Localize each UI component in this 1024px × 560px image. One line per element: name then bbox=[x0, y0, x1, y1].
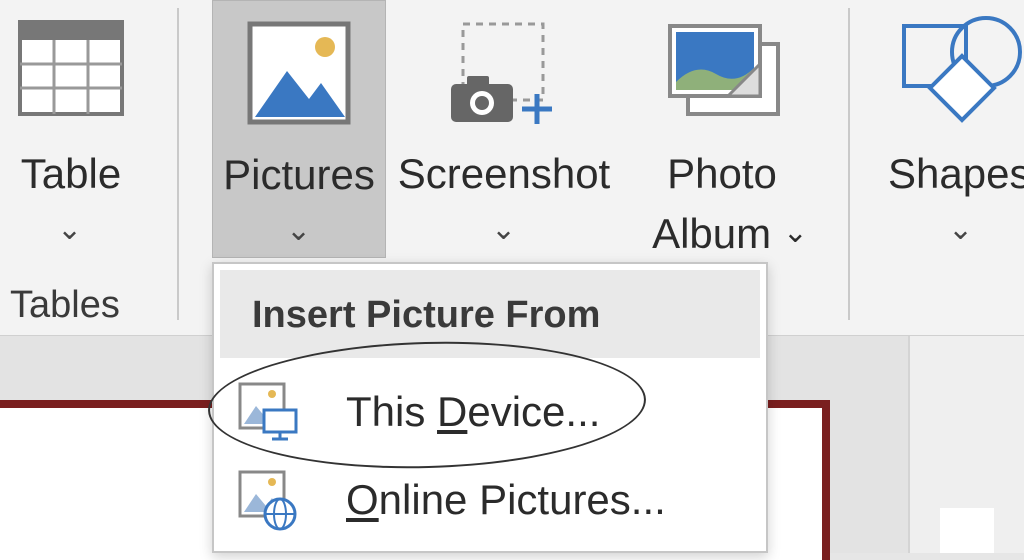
chevron-down-icon: ⌄ bbox=[948, 213, 974, 246]
dropdown-header-text: Insert Picture From bbox=[252, 294, 601, 336]
screenshot-button[interactable]: Screenshot ⌄ bbox=[393, 0, 615, 260]
group-separator bbox=[848, 8, 850, 320]
chevron-down-icon: ⌄ bbox=[491, 213, 517, 246]
screenshot-label: Screenshot bbox=[397, 150, 611, 197]
photo-album-icon bbox=[668, 24, 780, 116]
side-panel bbox=[908, 336, 1024, 553]
table-button[interactable]: Table ⌄ bbox=[0, 0, 142, 260]
photo-album-label-line1: Photo bbox=[667, 150, 777, 197]
pictures-button[interactable]: Pictures ⌄ bbox=[212, 0, 386, 258]
scrollbar-thumb[interactable] bbox=[940, 508, 994, 553]
online-pictures-label: Online Pictures... bbox=[346, 476, 666, 523]
pictures-icon bbox=[247, 21, 351, 125]
menu-item-online-pictures[interactable]: Online Pictures... bbox=[220, 456, 760, 544]
group-separator bbox=[177, 8, 179, 320]
table-icon bbox=[18, 20, 124, 116]
chevron-down-icon: ⌄ bbox=[782, 216, 808, 249]
chevron-down-icon: ⌄ bbox=[57, 213, 83, 246]
tables-group-label: Tables bbox=[10, 284, 120, 326]
pictures-label: Pictures bbox=[223, 151, 375, 198]
shapes-button[interactable]: Shapes ⌄ bbox=[870, 0, 1024, 262]
online-pictures-icon bbox=[238, 470, 297, 531]
photo-album-button[interactable]: Photo Album ⌄ bbox=[622, 0, 822, 262]
shapes-icon bbox=[902, 16, 1022, 123]
photo-album-label-line2: Album ⌄ bbox=[652, 210, 808, 257]
chevron-down-icon: ⌄ bbox=[286, 214, 312, 247]
screenshot-icon bbox=[451, 22, 552, 124]
shapes-label: Shapes bbox=[888, 150, 1024, 197]
table-label: Table bbox=[20, 150, 122, 197]
